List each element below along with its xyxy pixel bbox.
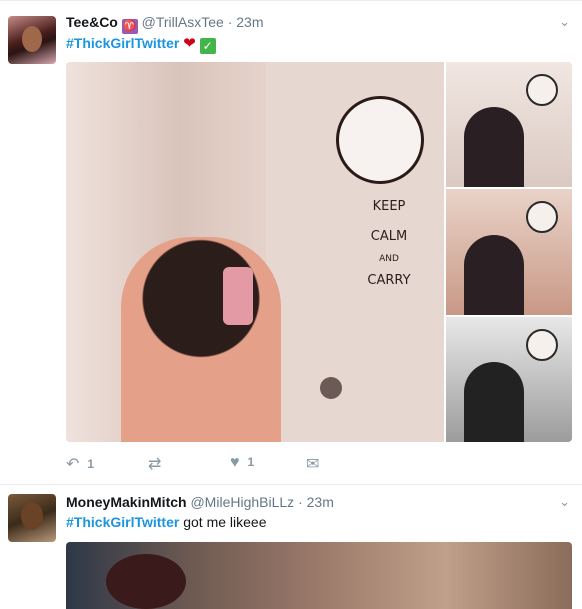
- door-knob-image-detail: [320, 377, 342, 399]
- heart-icon: ♥: [230, 454, 240, 471]
- separator: ·: [298, 494, 303, 510]
- hashtag-link[interactable]: #ThickGirlTwitter: [66, 514, 179, 530]
- like-button[interactable]: ♥ 1: [230, 454, 254, 472]
- like-count: 1: [247, 455, 255, 469]
- phone-image-detail: [223, 267, 253, 325]
- tweet-text: #ThickGirlTwitter got me likeee: [66, 514, 267, 530]
- image-detail: [106, 554, 186, 609]
- retweet-icon: ⇄: [148, 456, 162, 473]
- tweet-header: Tee&Co ♈ @TrillAsxTee · 23m: [66, 14, 263, 34]
- poster-text: KEEP CALM AND CARRY: [349, 192, 429, 296]
- clock-image-detail: [526, 201, 558, 233]
- clock-image-detail: [526, 74, 558, 106]
- person-image-detail: [464, 235, 524, 315]
- poster-line: CALM: [370, 229, 408, 244]
- timestamp[interactable]: 23m: [307, 494, 334, 510]
- aries-emoji-icon: ♈: [121, 19, 138, 34]
- display-name[interactable]: Tee&Co: [66, 14, 118, 30]
- tweet-header: MoneyMakinMitch @MileHighBiLLz · 23m: [66, 494, 334, 510]
- photo-thumbnail[interactable]: [446, 317, 572, 442]
- poster-line: CARRY: [367, 273, 411, 288]
- photo-thumbnail[interactable]: [446, 62, 572, 187]
- poster-line: AND: [379, 254, 399, 264]
- clock-image-detail: [336, 96, 424, 184]
- retweet-button[interactable]: ⇄: [148, 454, 169, 474]
- photo-main[interactable]: KEEP CALM AND CARRY: [66, 62, 444, 442]
- timestamp[interactable]: 23m: [236, 14, 263, 30]
- reply-icon: ↶: [66, 456, 80, 473]
- hashtag-link[interactable]: #ThickGirlTwitter: [66, 35, 179, 51]
- username[interactable]: @TrillAsxTee: [142, 14, 224, 30]
- reply-count: 1: [87, 457, 95, 471]
- photo-main[interactable]: [66, 542, 572, 609]
- media-grid[interactable]: KEEP CALM AND CARRY: [66, 62, 572, 442]
- tweet-body: got me likeee: [179, 514, 267, 530]
- tweet-text: #ThickGirlTwitter ❤ ✓: [66, 34, 216, 54]
- poster-line: KEEP: [372, 199, 406, 214]
- display-name[interactable]: MoneyMakinMitch: [66, 494, 187, 510]
- clock-image-detail: [526, 329, 558, 361]
- check-emoji-icon: ✓: [199, 38, 216, 54]
- direct-message-icon: ✉: [306, 456, 320, 473]
- reply-button[interactable]: ↶ 1: [66, 454, 94, 474]
- chevron-down-icon[interactable]: ⌄: [559, 494, 570, 510]
- person-image-detail: [121, 237, 281, 442]
- avatar[interactable]: [8, 16, 56, 64]
- direct-message-button[interactable]: ✉: [306, 454, 319, 474]
- photo-thumbnail[interactable]: [446, 189, 572, 315]
- person-image-detail: [464, 362, 524, 442]
- username[interactable]: @MileHighBiLLz: [190, 494, 294, 510]
- person-image-detail: [464, 107, 524, 187]
- heart-emoji-icon: ❤: [183, 35, 196, 52]
- chevron-down-icon[interactable]: ⌄: [559, 14, 570, 30]
- separator: ·: [227, 14, 233, 30]
- avatar[interactable]: [8, 494, 56, 542]
